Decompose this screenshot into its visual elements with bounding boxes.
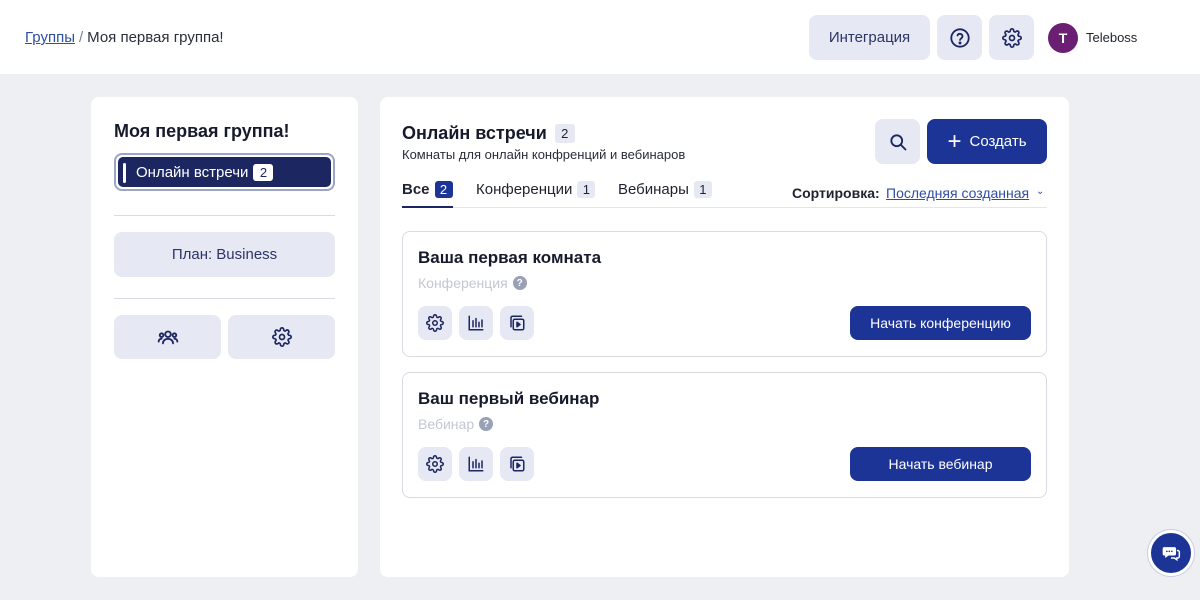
start-webinar-button[interactable]: Начать вебинар [850, 447, 1031, 481]
room-type-label: Конференция [418, 275, 508, 291]
tab-conferences[interactable]: Конференции 1 [476, 181, 596, 208]
divider [114, 215, 335, 216]
tab-webinars[interactable]: Вебинары 1 [618, 181, 712, 208]
tab-label: Конференции [476, 181, 573, 198]
create-button[interactable]: + Создать [927, 119, 1047, 164]
settings-button[interactable] [989, 15, 1034, 60]
search-button[interactable] [875, 119, 920, 164]
room-card: Ваш первый вебинар Вебинар ? Начать веби… [402, 372, 1047, 498]
sidebar-item-online-meetings[interactable]: Онлайн встречи 2 [114, 153, 335, 191]
room-title[interactable]: Ваш первый вебинар [418, 389, 599, 409]
plan-button[interactable]: План: Business [114, 232, 335, 277]
page-title-count: 2 [554, 124, 575, 143]
room-title[interactable]: Ваша первая комната [418, 248, 601, 268]
chevron-down-icon[interactable]: ⌄ [1036, 186, 1044, 197]
room-type: Конференция ? [418, 275, 527, 291]
tab-label: Вебинары [618, 181, 689, 198]
stats-icon [468, 456, 484, 472]
page-title-text: Онлайн встречи [402, 123, 547, 143]
question-circle-icon [949, 27, 970, 48]
integration-button[interactable]: Интеграция [809, 15, 930, 60]
sort-dropdown[interactable]: Последняя созданная [886, 185, 1029, 201]
username[interactable]: Teleboss [1086, 30, 1137, 45]
sort-label: Сортировка: [792, 185, 880, 201]
breadcrumb-current: Моя первая группа! [87, 29, 224, 46]
breadcrumb: Группы / Моя первая группа! [25, 29, 224, 46]
gear-icon [426, 314, 444, 332]
search-icon [889, 133, 906, 150]
group-sidebar: Моя первая группа! Онлайн встречи 2 План… [91, 97, 358, 577]
page-subtitle: Комнаты для онлайн конфренций и вебинаро… [402, 147, 686, 162]
plus-icon: + [947, 127, 962, 155]
room-card: Ваша первая комната Конференция ? Начать… [402, 231, 1047, 357]
help-button[interactable] [937, 15, 982, 60]
room-type: Вебинар ? [418, 416, 494, 432]
tab-label: Все [402, 181, 430, 198]
room-settings-button[interactable] [418, 306, 452, 340]
sidebar-item-inner: Онлайн встречи 2 [118, 157, 331, 187]
room-settings-button[interactable] [418, 447, 452, 481]
avatar[interactable]: T [1048, 23, 1078, 53]
divider [114, 298, 335, 299]
top-bar: Группы / Моя первая группа! Интеграция T T… [0, 0, 1200, 74]
group-settings-button[interactable] [228, 315, 335, 359]
start-conference-button[interactable]: Начать конференцию [850, 306, 1031, 340]
page-title: Онлайн встречи 2 [402, 123, 575, 144]
gear-icon [1001, 27, 1022, 48]
tab-count: 1 [693, 181, 712, 198]
breadcrumb-separator: / [78, 29, 84, 46]
room-recordings-button[interactable] [500, 447, 534, 481]
chat-widget-button[interactable] [1148, 530, 1194, 576]
room-recordings-button[interactable] [500, 306, 534, 340]
recordings-icon [510, 315, 525, 331]
gear-icon [271, 327, 292, 347]
create-button-label: Создать [969, 133, 1027, 150]
room-stats-button[interactable] [459, 447, 493, 481]
room-type-label: Вебинар [418, 416, 475, 432]
breadcrumb-link-groups[interactable]: Группы [25, 29, 75, 46]
active-indicator [123, 163, 126, 183]
help-icon[interactable]: ? [479, 417, 494, 431]
gear-icon [426, 455, 444, 473]
group-title: Моя первая группа! [114, 121, 290, 141]
members-button[interactable] [114, 315, 221, 359]
tab-count: 2 [434, 181, 453, 198]
recordings-icon [510, 456, 525, 472]
meetings-panel: Онлайн встречи 2 Комнаты для онлайн конф… [380, 97, 1069, 577]
help-icon[interactable]: ? [512, 276, 527, 290]
tab-count: 1 [577, 181, 596, 198]
sidebar-item-label: Онлайн встречи [136, 163, 249, 181]
stats-icon [468, 315, 484, 331]
chat-icon [1162, 547, 1181, 562]
room-stats-button[interactable] [459, 306, 493, 340]
tab-all[interactable]: Все 2 [402, 181, 453, 208]
users-icon [157, 330, 178, 345]
sidebar-item-count: 2 [253, 163, 274, 181]
